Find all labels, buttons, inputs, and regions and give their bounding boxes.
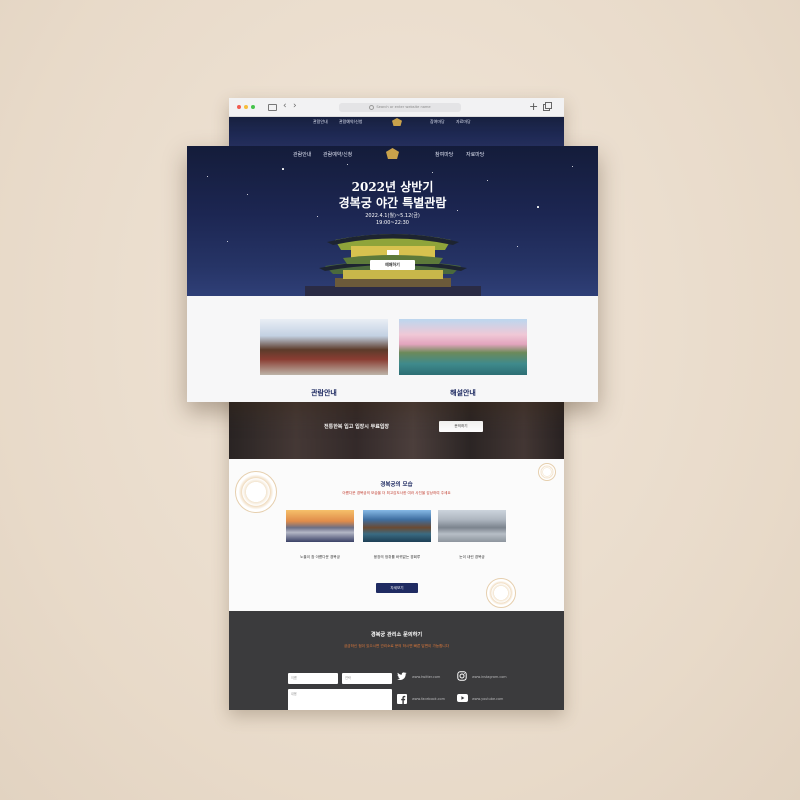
nav-item-tour-info[interactable]: 관람안내: [293, 151, 311, 158]
phone-field[interactable]: 연락: [342, 673, 392, 684]
contact-subtitle: 궁금하신 점이 있으시면 관리소로 문의 하시면 빠른 답변이 가능합니다: [343, 644, 450, 648]
hanbok-banner: 전통한복 입고 입장시 무료입장 문의하기: [229, 401, 564, 459]
star: [282, 168, 284, 170]
address-placeholder: Search or enter website name: [376, 105, 431, 109]
hanbok-banner-text: 전통한복 입고 입장시 무료입장: [324, 424, 390, 430]
tour-info-image[interactable]: [260, 319, 388, 375]
palace-logo-icon[interactable]: [386, 148, 399, 159]
star: [207, 176, 208, 177]
event-date: 2022.4.1(월)~5.12(금): [365, 213, 420, 219]
contact-section: 경복궁 관리소 문의하기 궁금하신 점이 있으시면 관리소로 문의 하시면 빠른…: [229, 611, 564, 710]
sunset-palace-image[interactable]: [286, 510, 354, 542]
tour-info-label[interactable]: 관람안내: [260, 388, 388, 398]
gallery-subtitle: 아름다운 경복궁의 모습을 더 최고감도사한 여러 사진을 감상하여 주세요: [342, 491, 451, 495]
star: [432, 172, 433, 173]
message-field[interactable]: 내용: [288, 689, 392, 710]
nav-item-resources-back[interactable]: 자료마당: [456, 119, 471, 125]
nav-item-tour-info-back[interactable]: 관람안내: [313, 119, 328, 125]
guide-info-image[interactable]: [399, 319, 527, 375]
tab-overview-icon[interactable]: [543, 102, 552, 111]
hero-title-line2: 경복궁 야간 특별관람: [338, 196, 447, 210]
hero-page-card: 관람안내 관람예약/신청 참여마당 자료마당 2022년 상반기 경복궁 야간 …: [187, 146, 598, 402]
minimize-window-button[interactable]: [244, 105, 248, 109]
gallery-caption: 노을이 참 아름다운 경복궁: [300, 555, 340, 559]
gyeonghoeru-image[interactable]: [363, 510, 431, 542]
name-field[interactable]: 이름: [288, 673, 338, 684]
star: [572, 166, 573, 167]
gallery-title: 경복궁의 모습: [380, 482, 413, 488]
back-hero-strip: 관람안내 관람예약/신청 참여마당 자료마당: [229, 117, 564, 147]
nav-item-participation[interactable]: 참여마당: [435, 151, 453, 158]
twitter-icon[interactable]: [397, 672, 407, 681]
gallery-caption: 눈이 내린 경복궁: [459, 555, 485, 559]
facebook-link[interactable]: www.facebook.com: [412, 697, 445, 701]
nav-item-reservation-back[interactable]: 관람예약/신청: [339, 119, 362, 125]
instagram-link[interactable]: www.instagram.com: [472, 675, 507, 679]
star: [517, 246, 518, 247]
inquiry-button[interactable]: 문의하기: [439, 421, 483, 432]
address-bar[interactable]: Search or enter website name: [339, 103, 461, 112]
emblem-icon: [538, 463, 556, 481]
instagram-icon[interactable]: [457, 671, 467, 681]
search-icon: [369, 104, 375, 110]
facebook-icon[interactable]: [397, 694, 407, 704]
hero-title-line1: 2022년 상반기: [351, 180, 434, 194]
twitter-link[interactable]: www.twitter.com: [412, 675, 440, 679]
youtube-icon[interactable]: [457, 694, 468, 703]
nav-item-reservation[interactable]: 관람예약/신청: [323, 151, 352, 158]
youtube-link[interactable]: www.youtube.com: [472, 697, 503, 701]
contact-title: 경복궁 관리소 문의하기: [370, 632, 423, 638]
browser-toolbar: ‹ › Search or enter website name +: [229, 98, 564, 117]
reserve-button[interactable]: 예매하기: [370, 260, 415, 270]
star: [227, 241, 228, 242]
snow-palace-image[interactable]: [438, 510, 506, 542]
close-window-button[interactable]: [237, 105, 241, 109]
maximize-window-button[interactable]: [251, 105, 255, 109]
emblem-icon: [486, 578, 516, 608]
nav-item-participation-back[interactable]: 참여마당: [430, 119, 445, 125]
forward-arrow-icon[interactable]: ›: [293, 101, 297, 111]
back-arrow-icon[interactable]: ‹: [283, 101, 287, 111]
palace-gallery-section: 경복궁의 모습 아름다운 경복궁의 모습을 더 최고감도사한 여러 사진을 감상…: [229, 459, 564, 611]
gallery-caption: 웅장의 정취를 바퀴없는 경회루: [373, 555, 421, 559]
sidebar-toggle-icon[interactable]: [268, 104, 277, 111]
palace-logo-icon[interactable]: [392, 118, 402, 126]
more-button[interactable]: 자세보기: [376, 583, 418, 593]
night-tour-hero: 관람안내 관람예약/신청 참여마당 자료마당 2022년 상반기 경복궁 야간 …: [187, 146, 598, 296]
star: [347, 164, 348, 165]
new-tab-button[interactable]: +: [529, 101, 538, 112]
guide-info-label[interactable]: 해설안내: [399, 388, 527, 398]
nav-item-resources[interactable]: 자료마당: [466, 151, 484, 158]
